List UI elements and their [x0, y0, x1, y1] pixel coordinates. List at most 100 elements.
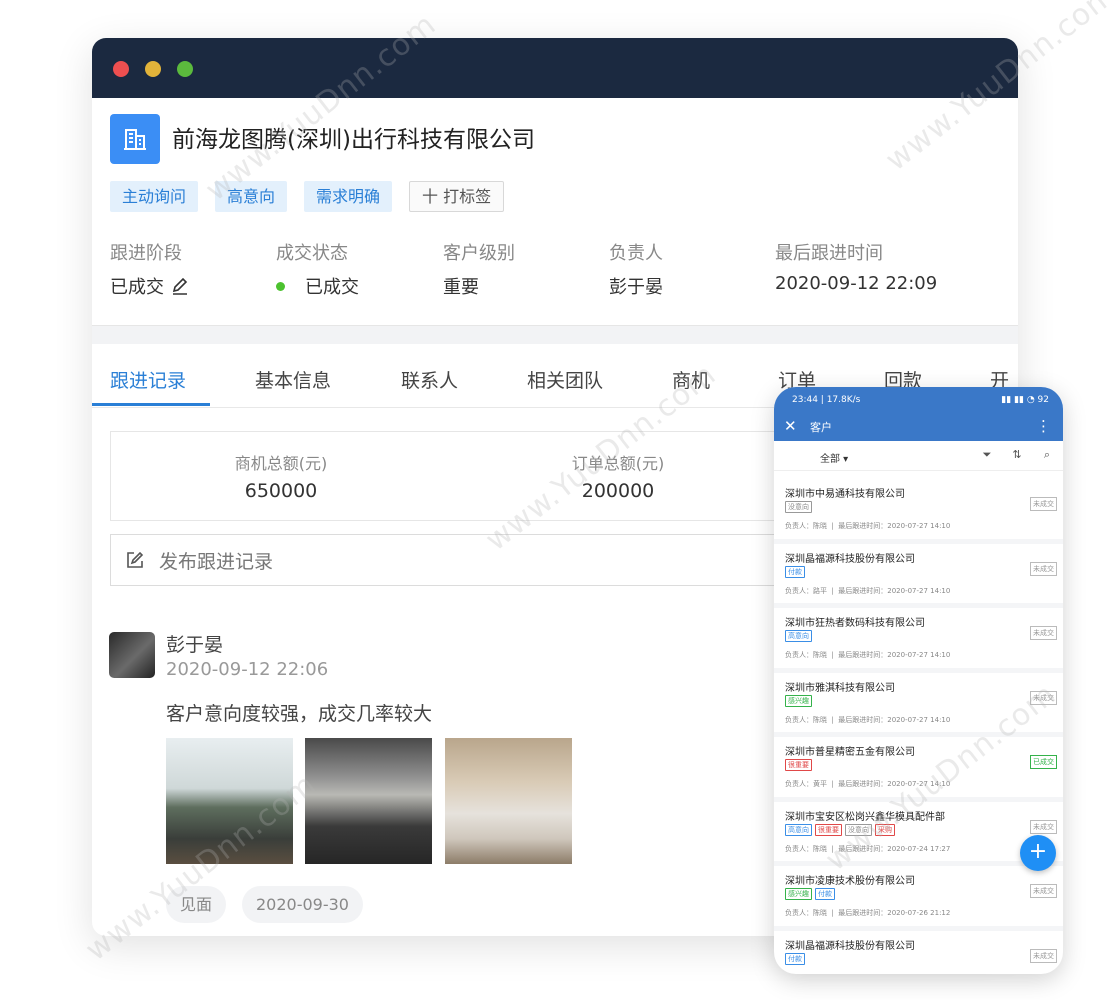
status-bar-time: 23:44 | 17.8K/s	[792, 395, 861, 405]
stat-label: 订单总额(元)	[571, 454, 665, 473]
active-tab-indicator	[92, 403, 210, 406]
close-window-button[interactable]	[113, 61, 129, 77]
field-value: 已成交	[110, 277, 164, 298]
customer-list-item[interactable]: 深圳晶福源科技股份有限公司 付款负责人：路平 | 最后跟进时间：2020-07-2…	[774, 544, 1063, 608]
customer-tags: 付款	[785, 565, 805, 578]
customer-tags: 付款	[785, 952, 805, 965]
customer-meta: 负责人：黄平 | 最后跟进时间：2020-07-27 14:10	[785, 780, 951, 788]
funnel-icon[interactable]: ⏷	[975, 448, 999, 462]
status-bar-icons: ▮▮ ▮▮ ◔ 92	[1001, 395, 1049, 405]
filter-all-dropdown[interactable]: 全部 ▾	[820, 450, 848, 465]
tag-item[interactable]: 主动询问	[110, 181, 199, 212]
customer-name: 深圳市狂热者数码科技有限公司	[785, 618, 925, 629]
customer-header: 前海龙图腾(深圳)出行科技有限公司 主动询问 高意向 需求明确 十 打标签 跟进…	[92, 98, 1018, 326]
field-label: 客户级别	[443, 243, 515, 264]
customer-tag: 采购	[875, 823, 895, 836]
tag-item[interactable]: 需求明确	[304, 181, 393, 212]
customer-tags: 高意向 很重要 没意向 采购	[785, 823, 895, 836]
customer-name: 深圳晶福源科技股份有限公司	[785, 553, 915, 565]
customer-tags: 高意向	[785, 630, 812, 642]
customer-name: 深圳市中易通科技有限公司	[785, 489, 905, 500]
add-tag-button[interactable]: 十 打标签	[409, 181, 505, 212]
more-icon[interactable]: ⋮	[1036, 417, 1051, 435]
field-stage: 跟进阶段 已成交	[110, 239, 190, 299]
customer-list-item[interactable]: 深圳市普星精密五金有限公司 很重要 负责人：黄平 | 最后跟进时间：2020-07-…	[774, 737, 1063, 802]
customer-name: 深圳晶福源科技股份有限公司	[785, 940, 915, 952]
stat-order-total: 订单总额(元) 200000	[538, 450, 698, 502]
deal-status-badge: 未成交	[1030, 497, 1057, 511]
customer-name: 深圳市宝安区松岗兴鑫华模具配件部	[785, 811, 945, 823]
customer-meta: 负责人：路平 | 最后跟进时间：2020-07-27 14:10	[785, 586, 951, 595]
deal-status-badge: 未成交	[1030, 690, 1057, 705]
tab-contacts[interactable]: 联系人	[401, 366, 458, 393]
entry-text: 客户意向度较强，成交几率较大	[166, 703, 433, 725]
tab-team[interactable]: 相关团队	[527, 366, 603, 393]
minimize-window-button[interactable]	[145, 61, 161, 77]
field-value: 彭于晏	[609, 277, 663, 298]
field-owner: 负责人 彭于晏	[609, 239, 663, 299]
customer-name: 深圳市凌康技术股份有限公司	[785, 876, 915, 887]
phone-page-title: 客户	[810, 421, 832, 434]
post-placeholder: 发布跟进记录	[159, 550, 274, 573]
field-label: 成交状态	[276, 243, 348, 264]
customer-list-item[interactable]: 深圳市凌康技术股份有限公司 感兴趣 付款 负责人：陈晓 | 最后跟进时间：2020-0…	[774, 866, 1063, 931]
customer-list-item[interactable]: 深圳市雅淇科技有限公司 感兴趣负责人：陈晓 | 最后跟进时间：2020-07-27…	[774, 673, 1063, 737]
window-titlebar	[92, 38, 1018, 98]
customer-list-item[interactable]: 深圳市狂热者数码科技有限公司 高意向负责人：陈晓 | 最后跟进时间：2020-07…	[774, 608, 1063, 673]
stat-value: 650000	[244, 480, 318, 502]
customer-tag: 付款	[785, 952, 805, 965]
field-value: 已成交	[305, 277, 359, 298]
customer-tag: 付款	[785, 565, 805, 578]
customer-tag: 高意向	[785, 630, 812, 642]
customer-name: 深圳市雅淇科技有限公司	[785, 682, 895, 694]
customer-name: 深圳市普星精密五金有限公司	[785, 747, 915, 758]
deal-status-badge: 未成交	[1030, 561, 1057, 576]
status-dot	[276, 281, 285, 291]
entry-time: 2020-09-12 22:06	[166, 659, 329, 680]
customer-tag: 高意向	[785, 823, 812, 836]
customer-tag: 没意向	[845, 823, 872, 836]
mobile-app-mockup: 23:44 | 17.8K/s ▮▮ ▮▮ ◔ 92 ✕ 客户 ⋮ 全部 ▾ ⏷…	[774, 387, 1063, 974]
search-icon[interactable]: ⌕	[1035, 448, 1059, 462]
sort-icon[interactable]: ⇅	[1005, 448, 1029, 461]
customer-meta: 负责人：陈晓 | 最后跟进时间：2020-07-27 14:10	[785, 715, 951, 724]
deal-status-badge: 未成交	[1030, 626, 1057, 640]
close-icon[interactable]: ✕	[784, 417, 797, 435]
tab-basic-info[interactable]: 基本信息	[255, 366, 331, 393]
customer-tag: 付款	[815, 888, 835, 900]
field-value: 重要	[443, 277, 479, 298]
attachment-photo[interactable]	[305, 738, 432, 864]
edit-icon[interactable]	[170, 276, 190, 296]
customer-tag: 很重要	[815, 823, 842, 836]
deal-status-badge: 未成交	[1030, 819, 1057, 834]
add-button[interactable]: +	[1020, 835, 1056, 871]
field-level: 客户级别 重要	[443, 239, 515, 299]
avatar[interactable]	[109, 632, 155, 678]
field-label: 负责人	[609, 243, 663, 264]
section-divider	[92, 326, 1018, 344]
entry-date-chip: 2020-09-30	[242, 886, 363, 923]
customer-list: 深圳市中易通科技有限公司 没意向 负责人：陈晓 | 最后跟进时间：2020-07-2…	[774, 479, 1063, 974]
deal-status-badge: 未成交	[1030, 884, 1057, 898]
entry-type-chip: 见面	[166, 886, 227, 923]
phone-header: 23:44 | 17.8K/s ▮▮ ▮▮ ◔ 92 ✕ 客户 ⋮	[774, 387, 1063, 441]
field-last-followup: 最后跟进时间 2020-09-12 22:09	[775, 239, 937, 294]
tab-followup[interactable]: 跟进记录	[110, 366, 186, 393]
customer-meta: 负责人：陈晓 | 最后跟进时间：2020-07-27 14:10	[785, 522, 951, 530]
customer-tags: 感兴趣 付款	[785, 888, 835, 900]
tab-opportunity[interactable]: 商机	[672, 366, 710, 393]
tag-list: 主动询问 高意向 需求明确 十 打标签	[110, 181, 505, 212]
stat-opportunity-total: 商机总额(元) 650000	[201, 450, 361, 502]
customer-list-item[interactable]: 深圳晶福源科技股份有限公司 付款 未成交	[774, 931, 1063, 975]
stat-value: 200000	[581, 480, 655, 502]
customer-tags: 感兴趣	[785, 694, 812, 707]
customer-tag: 感兴趣	[785, 694, 812, 707]
customer-meta: 负责人：陈晓 | 最后跟进时间：2020-07-27 14:10	[785, 651, 951, 659]
attachment-photo[interactable]	[166, 738, 293, 864]
customer-meta: 负责人：陈晓 | 最后跟进时间：2020-07-24 17:27	[785, 844, 951, 853]
customer-tag: 没意向	[785, 501, 812, 513]
attachment-photo[interactable]	[445, 738, 572, 864]
customer-list-item[interactable]: 深圳市中易通科技有限公司 没意向负责人：陈晓 | 最后跟进时间：2020-07-2…	[774, 479, 1063, 544]
maximize-window-button[interactable]	[177, 61, 193, 77]
tag-item[interactable]: 高意向	[215, 181, 288, 212]
